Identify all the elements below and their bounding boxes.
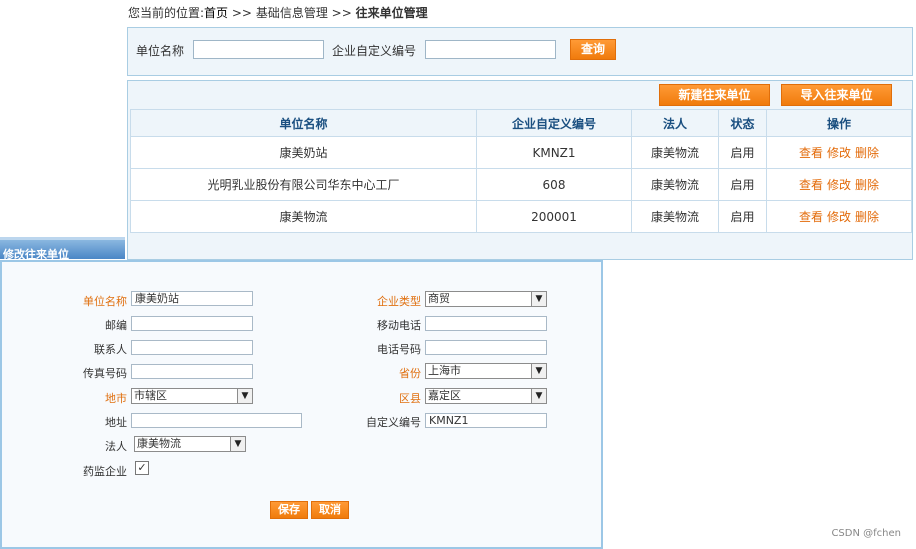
cell-legal: 康美物流 bbox=[631, 136, 719, 169]
new-unit-button[interactable]: 新建往来单位 bbox=[659, 84, 770, 106]
chevron-down-icon: ▼ bbox=[531, 389, 546, 403]
unit-name-label: 单位名称 bbox=[136, 44, 185, 58]
watermark: CSDN @fchen bbox=[831, 528, 901, 539]
list-panel: 新建往来单位 导入往来单位 单位名称 企业自定义编号 法人 状态 操作 康美奶站… bbox=[127, 80, 913, 260]
city-label: 地市 bbox=[105, 392, 127, 405]
unit-name-search-input[interactable] bbox=[193, 40, 324, 59]
cell-unit-name: 光明乳业股份有限公司华东中心工厂 bbox=[130, 168, 477, 201]
delete-link[interactable]: 删除 bbox=[855, 146, 879, 160]
chevron-down-icon: ▼ bbox=[531, 292, 546, 306]
phone-label: 电话号码 bbox=[377, 343, 421, 356]
import-unit-button[interactable]: 导入往来单位 bbox=[781, 84, 892, 106]
cell-status: 启用 bbox=[718, 168, 767, 201]
postcode-field[interactable] bbox=[131, 316, 253, 331]
checkmark-icon: ✓ bbox=[137, 461, 147, 474]
cancel-button[interactable]: 取消 bbox=[311, 501, 349, 519]
column-header-operations: 操作 bbox=[766, 109, 912, 137]
custom-code-search-input[interactable] bbox=[425, 40, 556, 59]
edit-link[interactable]: 修改 bbox=[827, 178, 851, 192]
cell-status: 启用 bbox=[718, 200, 767, 233]
breadcrumb-section[interactable]: 基础信息管理 bbox=[256, 6, 328, 20]
table-row: 康美物流 200001 康美物流 启用 查看 修改 删除 bbox=[130, 200, 912, 233]
edit-unit-dialog: 单位名称 康美奶站 邮编 联系人 传真号码 地市 市辖区 ▼ 地址 法人 康美物… bbox=[0, 260, 603, 549]
unit-name-field-label: 单位名称 bbox=[83, 295, 127, 308]
units-table: 单位名称 企业自定义编号 法人 状态 操作 康美奶站 KMNZ1 康美物流 启用… bbox=[130, 109, 912, 233]
province-select-value: 上海市 bbox=[428, 364, 461, 377]
cell-legal: 康美物流 bbox=[631, 168, 719, 201]
province-select[interactable]: 上海市 ▼ bbox=[425, 363, 547, 379]
cell-custom-code: 608 bbox=[476, 168, 632, 201]
cell-unit-name: 康美物流 bbox=[130, 200, 477, 233]
column-header-status: 状态 bbox=[718, 109, 767, 137]
search-panel: 单位名称 企业自定义编号 查询 bbox=[127, 27, 913, 76]
cell-operations: 查看 修改 删除 bbox=[766, 200, 912, 233]
fax-label: 传真号码 bbox=[83, 367, 127, 380]
delete-link[interactable]: 删除 bbox=[855, 210, 879, 224]
district-label: 区县 bbox=[399, 392, 421, 405]
view-link[interactable]: 查看 bbox=[799, 210, 823, 224]
cell-status: 启用 bbox=[718, 136, 767, 169]
breadcrumb: 您当前的位置:首页 >> 基础信息管理 >> 往来单位管理 bbox=[128, 4, 428, 21]
address-field[interactable] bbox=[131, 413, 302, 428]
breadcrumb-current: 往来单位管理 bbox=[355, 6, 428, 20]
dialog-title: 修改往来单位 bbox=[0, 237, 125, 261]
postcode-label: 邮编 bbox=[105, 319, 127, 332]
contact-label: 联系人 bbox=[94, 343, 127, 356]
chevron-down-icon: ▼ bbox=[230, 437, 245, 451]
chevron-down-icon: ▼ bbox=[531, 364, 546, 378]
breadcrumb-home-link[interactable]: 首页 bbox=[204, 6, 228, 20]
delete-link[interactable]: 删除 bbox=[855, 178, 879, 192]
cell-legal: 康美物流 bbox=[631, 200, 719, 233]
table-row: 康美奶站 KMNZ1 康美物流 启用 查看 修改 删除 bbox=[130, 136, 912, 169]
mobile-field[interactable] bbox=[425, 316, 547, 331]
company-type-label: 企业类型 bbox=[377, 295, 421, 308]
contact-field[interactable] bbox=[131, 340, 253, 355]
cell-operations: 查看 修改 删除 bbox=[766, 136, 912, 169]
column-header-legal: 法人 bbox=[631, 109, 719, 137]
drug-reg-label: 药监企业 bbox=[83, 465, 127, 478]
city-select-value: 市辖区 bbox=[134, 389, 167, 402]
custom-code-field[interactable]: KMNZ1 bbox=[425, 413, 547, 428]
company-type-select[interactable]: 商贸 ▼ bbox=[425, 291, 547, 307]
province-label: 省份 bbox=[399, 367, 421, 380]
district-select[interactable]: 嘉定区 ▼ bbox=[425, 388, 547, 404]
table-row: 光明乳业股份有限公司华东中心工厂 608 康美物流 启用 查看 修改 删除 bbox=[130, 168, 912, 201]
custom-code-label: 企业自定义编号 bbox=[332, 44, 417, 58]
save-button[interactable]: 保存 bbox=[270, 501, 308, 519]
edit-link[interactable]: 修改 bbox=[827, 210, 851, 224]
breadcrumb-prefix: 您当前的位置: bbox=[128, 6, 205, 20]
cell-unit-name: 康美奶站 bbox=[130, 136, 477, 169]
table-header-row: 单位名称 企业自定义编号 法人 状态 操作 bbox=[130, 109, 912, 137]
address-label: 地址 bbox=[105, 416, 127, 429]
breadcrumb-separator: >> bbox=[228, 6, 256, 20]
custom-code-field-label: 自定义编号 bbox=[366, 416, 421, 429]
chevron-down-icon: ▼ bbox=[237, 389, 252, 403]
column-header-unit-name: 单位名称 bbox=[130, 109, 477, 137]
company-type-select-value: 商贸 bbox=[428, 292, 450, 305]
view-link[interactable]: 查看 bbox=[799, 146, 823, 160]
city-select[interactable]: 市辖区 ▼ bbox=[131, 388, 253, 404]
phone-field[interactable] bbox=[425, 340, 547, 355]
view-link[interactable]: 查看 bbox=[799, 178, 823, 192]
legal-select[interactable]: 康美物流 ▼ bbox=[134, 436, 246, 452]
district-select-value: 嘉定区 bbox=[428, 389, 461, 402]
cell-custom-code: KMNZ1 bbox=[476, 136, 632, 169]
mobile-label: 移动电话 bbox=[377, 319, 421, 332]
breadcrumb-separator: >> bbox=[327, 6, 356, 20]
legal-select-value: 康美物流 bbox=[137, 437, 181, 450]
search-button[interactable]: 查询 bbox=[570, 39, 616, 60]
fax-field[interactable] bbox=[131, 364, 253, 379]
drug-reg-checkbox[interactable]: ✓ bbox=[135, 461, 149, 475]
column-header-custom-code: 企业自定义编号 bbox=[476, 109, 632, 137]
cell-operations: 查看 修改 删除 bbox=[766, 168, 912, 201]
edit-link[interactable]: 修改 bbox=[827, 146, 851, 160]
cell-custom-code: 200001 bbox=[476, 200, 632, 233]
legal-label: 法人 bbox=[105, 440, 127, 453]
unit-name-field[interactable]: 康美奶站 bbox=[131, 291, 253, 306]
